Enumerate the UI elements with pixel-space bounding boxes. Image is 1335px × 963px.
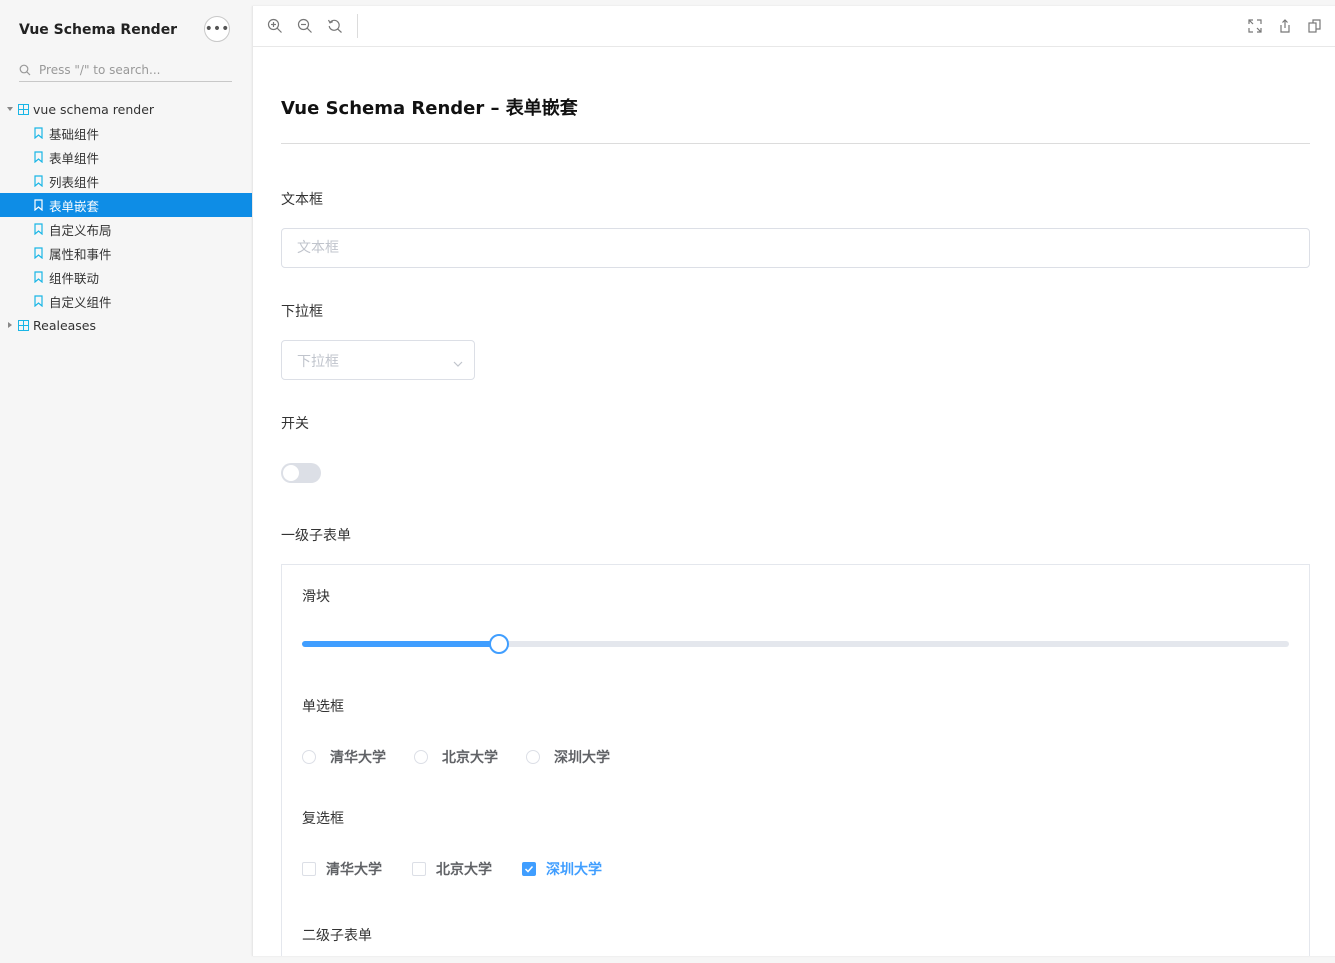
bookmark-icon bbox=[34, 271, 43, 284]
radio-option-shenzhen[interactable]: 深圳大学 bbox=[526, 747, 610, 767]
zoom-in-icon bbox=[267, 18, 282, 33]
tree-group-label: vue schema render bbox=[33, 101, 155, 117]
radio-option-peking[interactable]: 北京大学 bbox=[414, 747, 498, 767]
bookmark-icon bbox=[34, 127, 43, 140]
caret-down-icon[interactable] bbox=[6, 105, 14, 113]
copy-button[interactable] bbox=[1306, 17, 1324, 35]
checkbox-option-tsinghua[interactable]: 清华大学 bbox=[302, 859, 382, 879]
slider-label: 滑块 bbox=[302, 589, 330, 605]
fullscreen-button[interactable] bbox=[1246, 17, 1264, 35]
tree-item-form-nesting[interactable]: 表单嵌套 bbox=[0, 193, 252, 217]
radio-option-label: 深圳大学 bbox=[554, 750, 610, 766]
bookmark-icon bbox=[34, 223, 43, 236]
chevron-down-icon bbox=[452, 355, 464, 367]
tree-group-vue-schema-render[interactable]: vue schema render bbox=[0, 97, 252, 121]
text-field-label: 文本框 bbox=[281, 192, 323, 208]
checkbox-checked[interactable] bbox=[522, 862, 536, 876]
nav-tree: vue schema render 基础组件 表单组件 列表组件 表单嵌套 自定… bbox=[0, 97, 252, 337]
sidebar: Vue Schema Render ••• vue schema render … bbox=[0, 0, 252, 963]
tree-item-list[interactable]: 列表组件 bbox=[0, 169, 252, 193]
checkbox-group: 清华大学 北京大学 深圳大学 bbox=[302, 859, 632, 879]
checkbox[interactable] bbox=[412, 862, 426, 876]
bookmark-icon bbox=[34, 199, 43, 212]
search-input[interactable] bbox=[39, 63, 219, 77]
more-icon: ••• bbox=[204, 21, 230, 37]
tree-item-label: 属性和事件 bbox=[49, 246, 112, 262]
radio-option-tsinghua[interactable]: 清华大学 bbox=[302, 747, 386, 767]
copy-icon bbox=[1308, 19, 1321, 33]
checkbox[interactable] bbox=[302, 862, 316, 876]
tree-item-label: 组件联动 bbox=[49, 270, 100, 286]
bookmark-icon bbox=[34, 247, 43, 260]
tree-item-props-events[interactable]: 属性和事件 bbox=[0, 241, 252, 265]
zoom-in-button[interactable] bbox=[266, 17, 284, 35]
tree-item-label: 自定义布局 bbox=[49, 222, 112, 238]
grid-icon bbox=[18, 319, 29, 331]
grid-icon bbox=[18, 103, 29, 115]
tree-item-linkage[interactable]: 组件联动 bbox=[0, 265, 252, 289]
tree-group-releases[interactable]: Realeases bbox=[0, 313, 252, 337]
select-placeholder: 下拉框 bbox=[297, 354, 339, 370]
tree-item-basic[interactable]: 基础组件 bbox=[0, 121, 252, 145]
slider-handle[interactable] bbox=[489, 634, 510, 654]
toolbar-divider bbox=[357, 14, 358, 38]
caret-right-icon[interactable] bbox=[6, 321, 14, 329]
tree-item-label: 表单嵌套 bbox=[49, 198, 100, 214]
checkbox-option-peking[interactable]: 北京大学 bbox=[412, 859, 492, 879]
zoom-out-button[interactable] bbox=[296, 17, 314, 35]
zoom-reset-button[interactable] bbox=[326, 17, 344, 35]
select-field-label: 下拉框 bbox=[281, 304, 323, 320]
more-options-button[interactable]: ••• bbox=[204, 16, 230, 42]
subform-label: 一级子表单 bbox=[281, 528, 351, 544]
tree-item-custom-layout[interactable]: 自定义布局 bbox=[0, 217, 252, 241]
check-icon bbox=[524, 865, 534, 873]
checkbox-option-label: 清华大学 bbox=[326, 862, 382, 878]
select-dropdown[interactable]: 下拉框 bbox=[281, 340, 475, 380]
text-input[interactable] bbox=[281, 228, 1310, 268]
radio-option-label: 清华大学 bbox=[330, 750, 386, 766]
tree-item-label: 表单组件 bbox=[49, 150, 100, 166]
radio-group-label: 单选框 bbox=[302, 699, 344, 715]
radio-button[interactable] bbox=[414, 750, 428, 764]
switch-field-label: 开关 bbox=[281, 416, 309, 432]
tree-item-custom-component[interactable]: 自定义组件 bbox=[0, 289, 252, 313]
tree-item-label: 列表组件 bbox=[49, 174, 100, 190]
bookmark-icon bbox=[34, 151, 43, 164]
checkbox-option-shenzhen[interactable]: 深圳大学 bbox=[522, 859, 602, 879]
page-title: Vue Schema Render – 表单嵌套 bbox=[281, 98, 578, 119]
zoom-out-icon bbox=[297, 18, 312, 33]
radio-group: 清华大学 北京大学 深圳大学 bbox=[302, 747, 638, 767]
tree-item-form[interactable]: 表单组件 bbox=[0, 145, 252, 169]
toolbar bbox=[253, 6, 1335, 47]
slider-track[interactable] bbox=[302, 634, 1289, 654]
checkbox-option-label: 北京大学 bbox=[436, 862, 492, 878]
share-icon bbox=[1280, 19, 1290, 33]
radio-button[interactable] bbox=[302, 750, 316, 764]
nested-subform-label: 二级子表单 bbox=[302, 928, 372, 944]
brand-title: Vue Schema Render bbox=[19, 22, 178, 38]
bookmark-icon bbox=[34, 175, 43, 188]
search-bar[interactable] bbox=[19, 59, 232, 82]
checkbox-option-label: 深圳大学 bbox=[546, 862, 602, 878]
slider-fill bbox=[302, 641, 500, 647]
share-button[interactable] bbox=[1276, 17, 1294, 35]
search-icon bbox=[19, 63, 33, 77]
checkbox-group-label: 复选框 bbox=[302, 811, 344, 827]
tree-item-label: 基础组件 bbox=[49, 126, 100, 142]
radio-option-label: 北京大学 bbox=[442, 750, 498, 766]
subform-panel: 滑块 单选框 清华大学 北京大学 深圳大学 复选框 清华大学 北京大学 深圳大学… bbox=[281, 564, 1310, 956]
fullscreen-icon bbox=[1248, 19, 1262, 33]
bookmark-icon bbox=[34, 295, 43, 308]
main-panel: Vue Schema Render – 表单嵌套 文本框 下拉框 下拉框 开关 … bbox=[252, 6, 1335, 956]
tree-group-label: Realeases bbox=[33, 317, 97, 333]
switch-knob bbox=[283, 465, 299, 481]
radio-button[interactable] bbox=[526, 750, 540, 764]
title-divider bbox=[281, 143, 1310, 144]
toggle-switch[interactable] bbox=[281, 463, 321, 483]
tree-item-label: 自定义组件 bbox=[49, 294, 112, 310]
zoom-reset-icon bbox=[327, 19, 342, 33]
